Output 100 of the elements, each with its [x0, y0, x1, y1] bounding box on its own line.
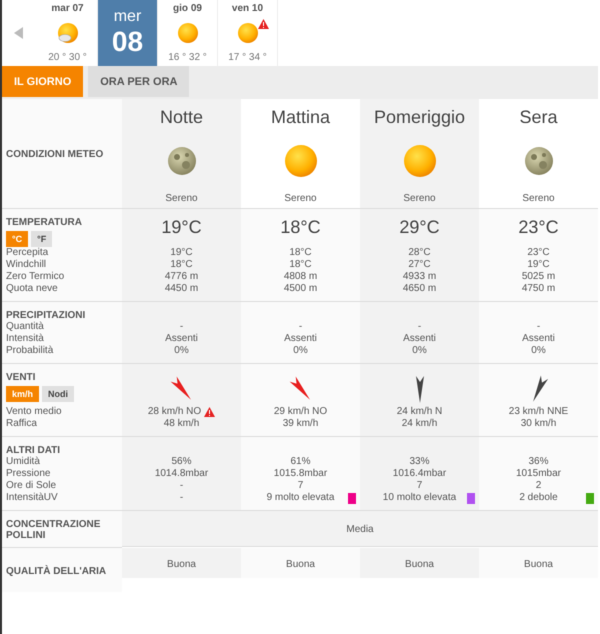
section-title: CONDIZIONI METEO	[6, 149, 104, 160]
detail-value: 36%	[528, 456, 548, 468]
detail-value: 4500 m	[284, 283, 318, 295]
wind-gust: 39 km/h	[282, 418, 318, 430]
detail-value: Assenti	[165, 333, 198, 345]
row-label: Quota neve	[6, 283, 59, 295]
detail-value: 4650 m	[402, 283, 436, 295]
row-label: Quantità	[6, 321, 45, 333]
temperature-value: 19°C	[161, 217, 202, 238]
air-quality-value: Buona	[524, 558, 553, 570]
selected-day[interactable]: mer 08	[98, 0, 158, 66]
wind-gust: 30 km/h	[520, 418, 556, 430]
detail-value: 0%	[293, 345, 308, 357]
day-temperatures: 17 ° 34 °	[228, 52, 267, 63]
day-weekday: ven 10	[232, 3, 264, 14]
air-quality-value: Buona	[167, 558, 196, 570]
section-title: ALTRI DATI	[6, 445, 62, 456]
condition-text: Sereno	[522, 193, 555, 204]
detail-value: 1016.4mbar	[392, 468, 446, 480]
detail-value: 9 molto elevata	[266, 492, 334, 504]
section-title: TEMPERATURA	[6, 217, 83, 228]
temperature-value: 23°C	[518, 217, 559, 238]
wind-gust: 24 km/h	[402, 418, 438, 430]
sun-icon	[236, 21, 260, 45]
condition-text: Sereno	[284, 193, 317, 204]
detail-value: 0%	[174, 345, 189, 357]
wind-speed: 28 km/h NO	[148, 406, 202, 418]
detail-value: 7	[298, 480, 304, 492]
detail-value: -	[536, 321, 540, 333]
period-name: Pomeriggio	[374, 107, 466, 128]
day-number: 08	[112, 26, 144, 58]
air-quality-value: Buona	[405, 558, 434, 570]
detail-value: 27°C	[408, 259, 431, 271]
unit-toggle[interactable]: Nodi	[42, 386, 74, 402]
day-weekday: mar 07	[51, 3, 84, 14]
row-label: IntensitàUV	[6, 492, 59, 504]
detail-value: 1015.8mbar	[274, 468, 328, 480]
detail-value: 18°C	[289, 247, 312, 259]
row-label: Percepita	[6, 247, 50, 259]
pollen-value: Media	[346, 524, 374, 535]
day-temperatures: 20 ° 30 °	[48, 52, 87, 63]
sun-cloud-icon	[56, 21, 80, 45]
row-label: Raffica	[6, 418, 38, 430]
section-title: PRECIPITAZIONI	[6, 310, 86, 321]
detail-value: -	[180, 321, 184, 333]
unit-toggle[interactable]: °F	[31, 231, 52, 247]
section-title: QUALITÀ DELL'ARIA	[6, 566, 108, 576]
previous-arrow-icon[interactable]	[14, 27, 24, 39]
detail-value: 19°C	[527, 259, 550, 271]
wind-speed: 29 km/h NO	[274, 406, 328, 418]
row-label: Umidità	[6, 456, 41, 468]
detail-value: 5025 m	[522, 271, 556, 283]
air-quality-value: Buona	[286, 558, 315, 570]
detail-value: 19°C	[170, 247, 193, 259]
detail-value: 4750 m	[522, 283, 556, 295]
sun-icon	[284, 144, 318, 178]
detail-value: 4450 m	[164, 283, 198, 295]
detail-value: 4933 m	[402, 271, 436, 283]
row-label: Zero Termico	[6, 271, 66, 283]
moon-icon	[166, 146, 196, 176]
sun-icon	[176, 21, 200, 45]
row-label: Windchill	[6, 259, 48, 271]
detail-value: 18°C	[289, 259, 312, 271]
detail-value: 4808 m	[284, 271, 318, 283]
detail-value: Assenti	[522, 333, 555, 345]
period-name: Notte	[160, 107, 204, 128]
wind-gust: 48 km/h	[164, 418, 200, 430]
row-label: Vento medio	[6, 406, 63, 418]
view-tab[interactable]: ORA PER ORA	[88, 66, 190, 97]
wind-speed: 23 km/h NNE	[508, 406, 568, 418]
detail-value: 33%	[409, 456, 430, 468]
day-weekday: gio 09	[173, 3, 202, 14]
period-name: Sera	[519, 107, 558, 128]
detail-value: Assenti	[284, 333, 317, 345]
row-label: Probabilità	[6, 345, 54, 357]
moon-icon	[524, 146, 554, 176]
day-weekday: mer	[114, 8, 142, 26]
wind-speed: 24 km/h N	[396, 406, 442, 418]
temperature-value: 18°C	[280, 217, 321, 238]
detail-value: -	[180, 480, 184, 492]
detail-value: 4776 m	[164, 271, 198, 283]
condition-text: Sereno	[165, 193, 198, 204]
detail-value: 56%	[171, 456, 192, 468]
temperature-value: 29°C	[399, 217, 440, 238]
detail-value: 0%	[412, 345, 427, 357]
detail-value: 0%	[531, 345, 546, 357]
detail-value: -	[298, 321, 302, 333]
row-label: Ore di Sole	[6, 480, 58, 492]
detail-value: 61%	[290, 456, 310, 468]
detail-value: 23°C	[527, 247, 550, 259]
detail-value: 2 debole	[519, 492, 558, 504]
row-label: Intensità	[6, 333, 45, 345]
detail-value: Assenti	[403, 333, 436, 345]
period-name: Mattina	[270, 107, 330, 128]
day-temperatures: 16 ° 32 °	[168, 52, 207, 63]
detail-value: -	[418, 321, 422, 333]
condition-text: Sereno	[403, 193, 436, 204]
row-label: Pressione	[6, 468, 52, 480]
detail-value: 2	[536, 480, 542, 492]
detail-value: -	[180, 492, 184, 504]
